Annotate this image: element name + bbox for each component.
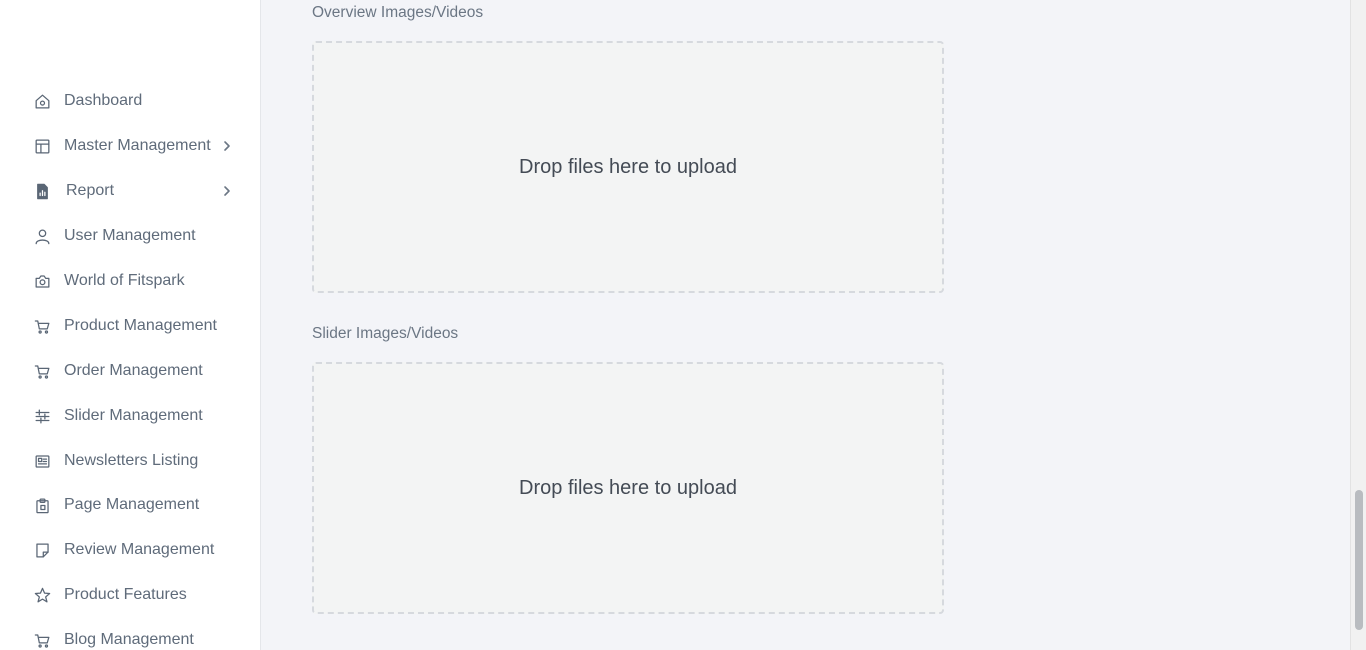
sidebar-item-label: Product Features (64, 586, 187, 603)
sidebar-item-product-features[interactable]: Product Features (32, 580, 242, 610)
slider-media-dropzone[interactable]: Drop files here to upload (312, 362, 944, 614)
sidebar: Dashboard Master Management Report User … (0, 0, 261, 650)
chevron-right-icon (220, 139, 234, 153)
sidebar-item-blog-management[interactable]: Blog Management (32, 625, 242, 650)
sidebar-item-label: Dashboard (64, 92, 143, 109)
sidebar-item-review-management[interactable]: Review Management (32, 535, 242, 565)
newspaper-icon (32, 451, 52, 471)
sidebar-item-order-management[interactable]: Order Management (32, 356, 242, 386)
main-content: Overview Images/Videos Drop files here t… (262, 0, 1350, 650)
sidebar-item-master-management[interactable]: Master Management (32, 131, 242, 161)
star-icon (32, 585, 52, 605)
sidebar-item-label: Newsletters Listing (64, 452, 199, 469)
sidebar-item-label: Master Management (64, 137, 211, 154)
sidebar-item-product-management[interactable]: Product Management (32, 311, 242, 341)
cart-icon (32, 316, 52, 336)
note-icon (32, 540, 52, 560)
sidebar-item-user-management[interactable]: User Management (32, 221, 242, 251)
sidebar-item-label: Report (66, 182, 115, 199)
cart-icon (32, 361, 52, 381)
sliders-icon (32, 406, 52, 426)
sidebar-item-page-management[interactable]: Page Management (32, 490, 242, 520)
overview-media-label: Overview Images/Videos (312, 4, 484, 21)
sidebar-item-label: Review Management (64, 541, 215, 558)
camera-icon (32, 271, 52, 291)
home-icon (32, 91, 52, 111)
sidebar-item-label: Slider Management (64, 407, 203, 424)
sidebar-item-label: Product Management (64, 317, 217, 334)
chevron-right-icon (220, 184, 234, 198)
slider-media-label: Slider Images/Videos (312, 325, 459, 342)
report-file-icon (32, 181, 52, 201)
sidebar-item-dashboard[interactable]: Dashboard (32, 86, 242, 116)
overview-media-dropzone[interactable]: Drop files here to upload (312, 41, 944, 293)
user-icon (32, 226, 52, 246)
sidebar-item-report[interactable]: Report (32, 176, 242, 206)
sidebar-item-world-of-fitspark[interactable]: World of Fitspark (32, 266, 242, 296)
scrollbar-thumb[interactable] (1355, 490, 1363, 630)
cart-icon (32, 630, 52, 650)
sidebar-item-label: Page Management (64, 496, 200, 513)
sidebar-item-label: Blog Management (64, 631, 194, 648)
page-scrollbar[interactable] (1350, 0, 1366, 650)
sidebar-item-newsletters-listing[interactable]: Newsletters Listing (32, 446, 242, 476)
layout-icon (32, 136, 52, 156)
sidebar-item-label: Order Management (64, 362, 203, 379)
clipboard-icon (32, 495, 52, 515)
dropzone-text: Drop files here to upload (519, 155, 737, 178)
sidebar-item-label: World of Fitspark (64, 272, 185, 289)
sidebar-item-slider-management[interactable]: Slider Management (32, 401, 242, 431)
sidebar-item-label: User Management (64, 227, 196, 244)
dropzone-text: Drop files here to upload (519, 476, 737, 499)
